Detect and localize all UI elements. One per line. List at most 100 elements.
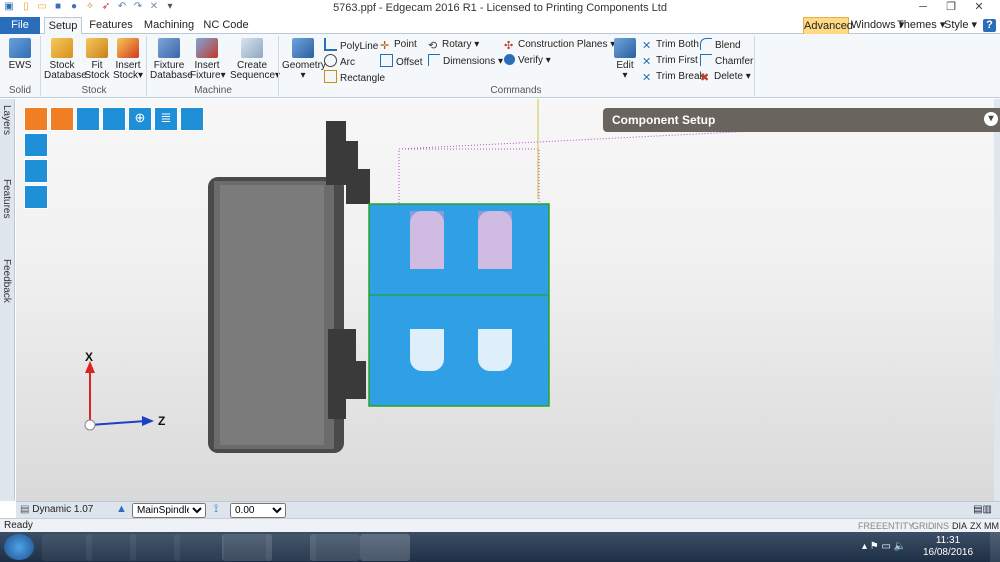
- media-player-taskbar-icon[interactable]: [130, 534, 180, 561]
- close-button[interactable]: ✕: [968, 0, 990, 14]
- excel-taskbar-icon[interactable]: [310, 534, 360, 561]
- graphics-viewport[interactable]: X Z ⊕ ≣: [16, 99, 994, 501]
- explorer-taskbar-icon[interactable]: [86, 534, 136, 561]
- geometry-button[interactable]: Geometry ▾: [282, 38, 326, 81]
- view-front-button[interactable]: [76, 107, 100, 131]
- minimize-button[interactable]: ─: [912, 0, 934, 14]
- sidebar-tab-feedback[interactable]: Feedback: [0, 259, 14, 329]
- spindle-select[interactable]: MainSpindle0: [132, 503, 206, 518]
- dynamic-status[interactable]: ▤ Dynamic 1.07: [20, 504, 93, 515]
- axis-label-x: X: [85, 350, 93, 364]
- tab-file[interactable]: File: [0, 17, 40, 34]
- indicator-entity[interactable]: ENTITY: [882, 521, 914, 531]
- insert-stock-label-2: Stock▾: [112, 71, 144, 81]
- sidebar-tab-features[interactable]: Features: [0, 179, 14, 249]
- insert-stock-dropdown-icon: ▾: [137, 70, 144, 81]
- rotary-button[interactable]: ⟲ Rotary ▾: [428, 38, 479, 52]
- insert-fixture-icon: [196, 38, 218, 58]
- ews-label: EWS: [8, 60, 32, 71]
- stock-database-button[interactable]: Stock Database: [44, 38, 87, 81]
- tab-nc-code[interactable]: NC Code: [200, 17, 252, 34]
- trim-break-button[interactable]: ✕ Trim Break: [642, 70, 705, 84]
- view-plan-button[interactable]: [102, 107, 126, 131]
- create-sequence-label-2: Sequence▾: [230, 71, 280, 81]
- zoom-icon[interactable]: ⊕: [128, 107, 152, 131]
- view-side-button[interactable]: [24, 159, 48, 183]
- sidebar-tab-layers[interactable]: Layers: [0, 105, 14, 165]
- indicator-free[interactable]: FREE: [858, 521, 882, 531]
- view-cube-button[interactable]: [50, 107, 74, 131]
- create-sequence-button[interactable]: Create Sequence▾: [230, 38, 280, 81]
- dimensions-button[interactable]: Dimensions ▾: [428, 54, 503, 68]
- delete-label: Delete: [714, 71, 743, 82]
- component-setup-panel[interactable]: Component Setup ▾: [603, 108, 1000, 132]
- themes-menu[interactable]: Themes ▾: [897, 17, 945, 34]
- arc-button[interactable]: Arc: [324, 54, 355, 68]
- app-taskbar-icon[interactable]: [174, 534, 224, 561]
- indicator-zx[interactable]: ZX: [970, 521, 982, 531]
- indicator-mm[interactable]: MM: [984, 521, 999, 531]
- indicator-grid[interactable]: GRID: [912, 521, 935, 531]
- trim-first-button[interactable]: ✕ Trim First: [642, 54, 698, 68]
- style-menu[interactable]: Style ▾: [944, 17, 977, 34]
- trim-first-label: Trim First: [656, 55, 698, 66]
- verify-button[interactable]: Verify ▾: [504, 54, 551, 68]
- list-icon[interactable]: ≣: [154, 107, 178, 131]
- view-3d-button[interactable]: [24, 185, 48, 209]
- indicator-ins[interactable]: INS: [934, 521, 949, 531]
- verify-dropdown-icon: ▾: [545, 55, 551, 66]
- stock-database-icon: [51, 38, 73, 58]
- chamfer-button[interactable]: Chamfer: [700, 54, 753, 68]
- point-label: Point: [394, 39, 417, 50]
- tab-features[interactable]: Features: [86, 17, 136, 34]
- fit-stock-button[interactable]: Fit Stock: [84, 38, 110, 81]
- construction-planes-button[interactable]: ✣ Construction Planes ▾: [504, 38, 615, 52]
- angle-select[interactable]: 0.00: [230, 503, 286, 518]
- edit-icon: [614, 38, 636, 58]
- trim-both-button[interactable]: ✕ Trim Both: [642, 38, 699, 52]
- blend-button[interactable]: Blend: [700, 38, 741, 52]
- insert-stock-button[interactable]: Insert Stock▾: [112, 38, 144, 81]
- insert-fixture-label-2: Fixture▾: [190, 71, 226, 81]
- group-label-commands: Commands: [490, 85, 542, 96]
- ie-taskbar-icon[interactable]: [42, 534, 92, 561]
- axis-label-z: Z: [158, 414, 165, 428]
- edgecam-taskbar-icon[interactable]: [360, 534, 410, 561]
- indicator-dia[interactable]: DIA: [952, 521, 967, 531]
- polyline-button[interactable]: PolyLine: [324, 38, 378, 52]
- trim-break-icon: ✕: [642, 72, 652, 84]
- view-iso-button[interactable]: [24, 107, 48, 131]
- toolpath-region-1: [410, 211, 444, 269]
- point-button[interactable]: ✛ Point: [380, 38, 417, 52]
- blend-icon: [700, 38, 712, 50]
- ews-button[interactable]: EWS: [6, 38, 34, 71]
- rectangle-button[interactable]: Rectangle: [324, 70, 385, 84]
- insert-fixture-button[interactable]: Insert Fixture▾: [190, 38, 226, 81]
- edit-dropdown-icon: ▾: [622, 70, 628, 81]
- tray-icons[interactable]: ▴ ⚑ ▭ 🔈: [862, 541, 906, 552]
- show-desktop-button[interactable]: [990, 532, 1000, 562]
- fit-stock-label-2: Stock: [84, 70, 110, 81]
- ready-status: Ready: [4, 520, 33, 531]
- toolpath-region-2: [478, 211, 512, 269]
- style-dropdown-icon: ▾: [971, 19, 978, 31]
- blend-label: Blend: [715, 40, 741, 51]
- fixture-database-button[interactable]: Fixture Database: [150, 38, 193, 81]
- right-dock-sidebar: [994, 99, 1000, 501]
- chevron-down-icon[interactable]: ▾: [984, 112, 998, 126]
- tab-machining[interactable]: Machining: [142, 17, 196, 34]
- grid-icon[interactable]: [180, 107, 204, 131]
- start-button[interactable]: [4, 534, 34, 560]
- dynamic-label: Dynamic 1.07: [32, 504, 94, 515]
- layout-toggle-icon[interactable]: ▤▥: [973, 504, 992, 515]
- view-top-button[interactable]: [24, 133, 48, 157]
- green-app-taskbar-icon[interactable]: [222, 534, 272, 561]
- maximize-button[interactable]: ❐: [940, 0, 962, 14]
- acrobat-taskbar-icon[interactable]: [266, 534, 316, 561]
- delete-button[interactable]: ✖ Delete ▾: [700, 70, 751, 84]
- sidebar-tab-feedback-label: Feedback: [1, 259, 12, 303]
- offset-button[interactable]: Offset: [380, 54, 423, 68]
- help-button[interactable]: ?: [983, 19, 996, 32]
- edit-button[interactable]: Edit ▾: [612, 38, 638, 81]
- tray-clock[interactable]: 11:31 16/08/2016: [920, 535, 976, 559]
